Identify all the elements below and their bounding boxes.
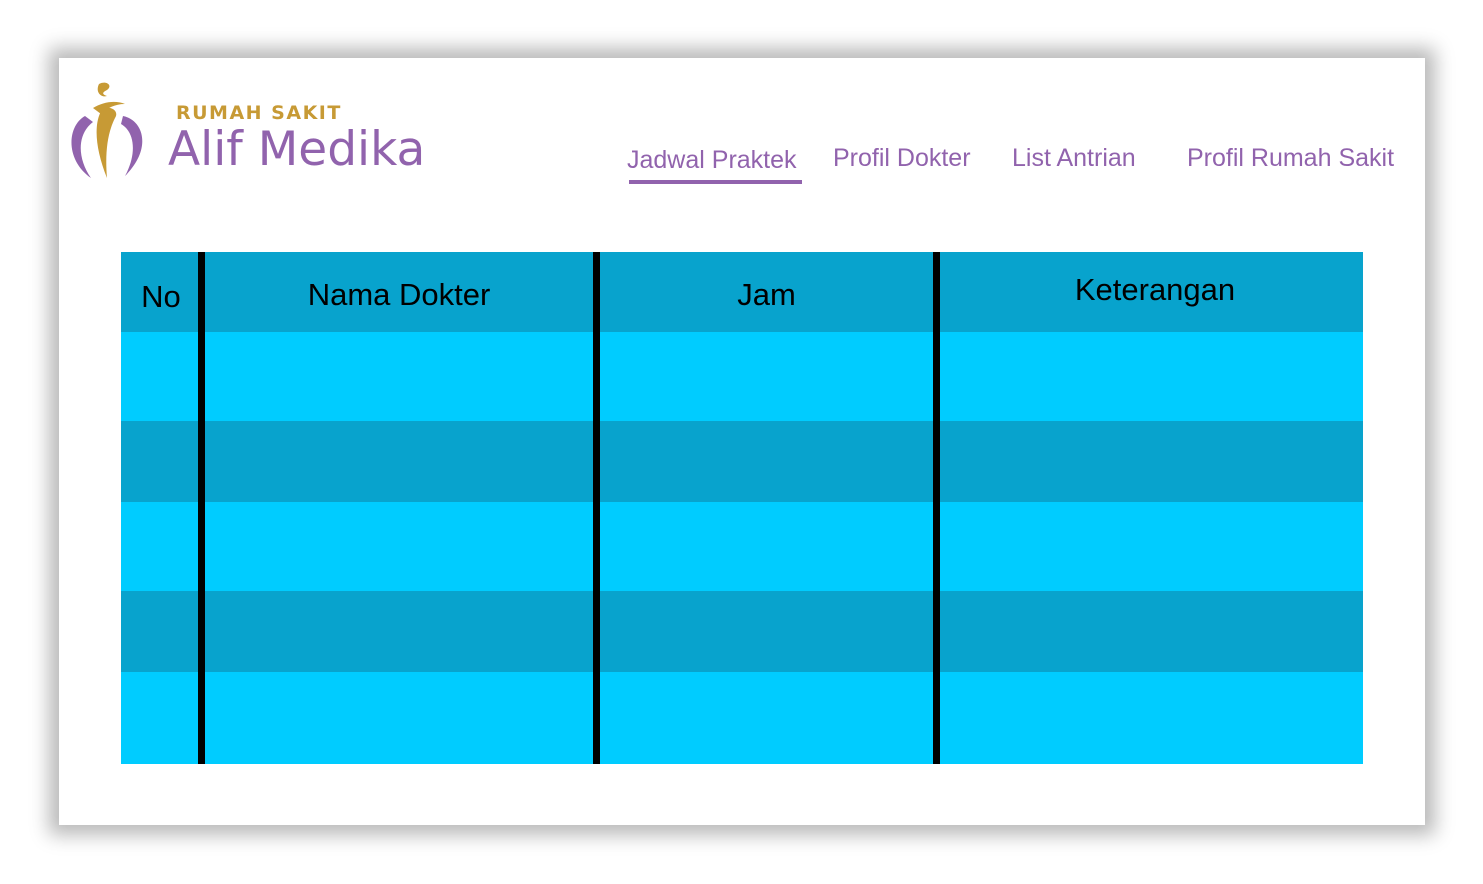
logo-subtitle: RUMAH SAKIT — [176, 102, 342, 124]
nav-profil-rumah-sakit[interactable]: Profil Rumah Sakit — [1187, 144, 1394, 173]
column-divider — [593, 252, 600, 764]
alif-medika-logo-icon — [71, 82, 143, 178]
table-row[interactable] — [121, 332, 1363, 421]
table-row[interactable] — [121, 502, 1363, 591]
header-jam: Jam — [737, 277, 796, 312]
active-nav-underline — [629, 180, 802, 184]
column-divider — [933, 252, 940, 764]
schedule-table: No Nama Dokter Jam Keterangan — [121, 252, 1363, 764]
table-row[interactable] — [121, 672, 1363, 764]
logo-title: Alif Medika — [168, 122, 426, 177]
header-no: No — [141, 279, 181, 314]
column-divider — [198, 252, 205, 764]
nav-jadwal-praktek[interactable]: Jadwal Praktek — [627, 146, 797, 175]
header-nama-dokter: Nama Dokter — [307, 277, 491, 312]
nav-profil-dokter[interactable]: Profil Dokter — [833, 144, 971, 173]
header-keterangan: Keterangan — [1074, 272, 1236, 307]
table-row[interactable] — [121, 421, 1363, 502]
table-row[interactable] — [121, 591, 1363, 672]
hospital-logo[interactable]: RUMAH SAKIT Alif Medika — [63, 78, 443, 188]
nav-list-antrian[interactable]: List Antrian — [1012, 144, 1136, 173]
page-card: RUMAH SAKIT Alif Medika Jadwal Praktek P… — [59, 58, 1425, 825]
